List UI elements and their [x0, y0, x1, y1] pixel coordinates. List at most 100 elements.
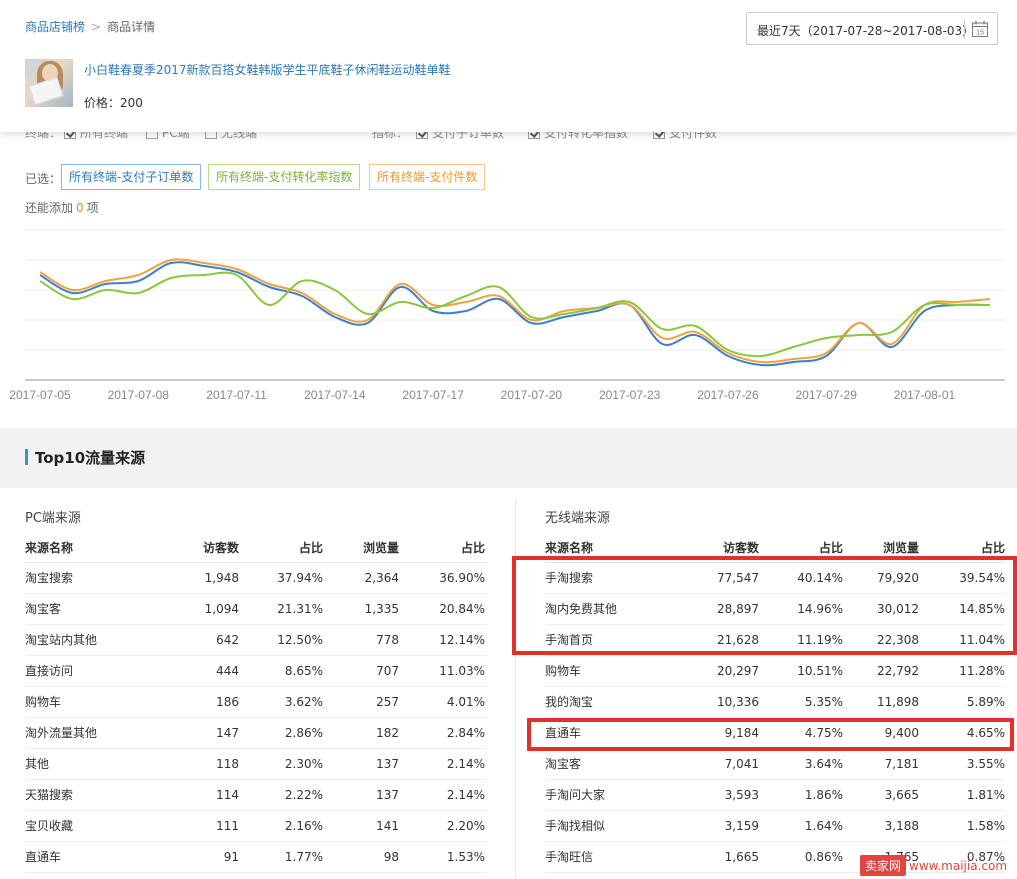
table-row: 购物车 20,297 10.51% 22,792 11.28% [545, 656, 1005, 687]
x-tick-label: 2017-07-14 [304, 388, 366, 402]
table-cell: 7,041 [724, 757, 759, 771]
selected-label: 已选： [25, 172, 62, 186]
table-cell: 4.01% [446, 695, 485, 709]
selected-tag-orders[interactable]: 所有终端-支付子订单数 [61, 164, 202, 190]
table-cell: 3,188 [884, 819, 919, 833]
table-cell: 257 [376, 695, 399, 709]
table-cell: 147 [216, 726, 239, 740]
source-name: 直通车 [25, 850, 62, 864]
breadcrumb-parent-link[interactable]: 商品店铺榜 [25, 20, 85, 34]
table-cell: 3.62% [284, 695, 323, 709]
table-cell: 3,593 [724, 788, 759, 802]
breadcrumb-current: 商品详情 [107, 20, 156, 34]
column-header: 占比 [460, 541, 485, 555]
mobile-table-title: 无线端来源 [545, 511, 611, 526]
table-cell: 11,898 [877, 695, 919, 709]
source-name: 直接访问 [25, 664, 74, 678]
x-tick-label: 2017-07-26 [697, 388, 759, 402]
table-cell: 20,297 [717, 664, 759, 678]
section-header: Top10流量来源 [0, 428, 1017, 488]
column-header: 来源名称 [25, 541, 74, 555]
breadcrumb-separator: > [91, 20, 102, 34]
table-row: 淘宝站内其他 642 12.50% 778 12.14% [25, 625, 487, 656]
table-row: 淘宝搜索 1,948 37.94% 2,364 36.90% [25, 563, 487, 594]
table-cell: 2.84% [446, 726, 485, 740]
table-cell: 642 [216, 633, 239, 647]
x-tick-label: 2017-07-23 [599, 388, 661, 402]
source-name: 淘外流量其他 [25, 726, 98, 740]
addable-count-text: 还能添加 0 项 [25, 201, 99, 215]
table-cell: 114 [216, 788, 239, 802]
table-cell: 3,159 [724, 819, 759, 833]
watermark-url: www.maijia.com [909, 859, 1008, 873]
table-cell: 21.31% [277, 602, 323, 616]
source-name: 购物车 [25, 695, 62, 709]
x-tick-label: 2017-07-17 [402, 388, 464, 402]
x-tick-label: 2017-07-11 [206, 388, 267, 402]
source-name: 淘宝客 [545, 757, 582, 771]
highlight-box-ztc [527, 718, 1014, 751]
x-tick-label: 2017-07-20 [501, 388, 563, 402]
table-cell: 7,181 [884, 757, 919, 771]
product-title-link[interactable]: 小白鞋春夏季2017新款百搭女鞋韩版学生平底鞋子休闲鞋运动鞋单鞋 [84, 61, 451, 78]
table-row: 手淘找相似 3,159 1.64% 3,188 1.58% [545, 811, 1005, 842]
table-row: 我的淘宝 10,336 5.35% 11,898 5.89% [545, 687, 1005, 718]
table-cell: 1.53% [446, 850, 485, 864]
table-cell: 3.64% [804, 757, 843, 771]
column-header: 浏览量 [362, 541, 399, 555]
table-cell: 1.86% [804, 788, 843, 802]
source-name: 宝贝收藏 [25, 819, 74, 833]
table-row: 直接访问 444 8.65% 707 11.03% [25, 656, 487, 687]
x-tick-label: 2017-07-05 [9, 388, 71, 402]
source-name: 手淘找相似 [545, 819, 606, 833]
table-cell: 2.22% [284, 788, 323, 802]
date-range-picker[interactable]: 最近7天（2017-07-28~2017-08-03） 15 [746, 12, 998, 45]
table-cell: 2,364 [364, 571, 399, 585]
table-cell: 2.14% [446, 757, 485, 771]
series-line-2 [39, 271, 990, 358]
table-cell: 137 [376, 788, 399, 802]
selected-tag-items[interactable]: 所有终端-支付件数 [369, 164, 486, 190]
table-cell: 141 [376, 819, 399, 833]
table-cell: 1,665 [724, 850, 759, 864]
column-header: 访客数 [202, 541, 239, 555]
section-title: Top10流量来源 [35, 449, 146, 467]
source-name: 购物车 [545, 664, 582, 678]
table-cell: 36.90% [439, 571, 485, 585]
table-cell: 10.51% [797, 664, 843, 678]
section-accent-bar [25, 449, 28, 465]
table-cell: 2.20% [446, 819, 485, 833]
column-header: 占比 [298, 541, 323, 555]
table-cell: 37.94% [277, 571, 323, 585]
table-row: 宝贝收藏 111 2.16% 141 2.20% [25, 811, 487, 842]
selected-tag-conversion[interactable]: 所有终端-支付转化率指数 [208, 164, 361, 190]
table-row: 淘宝客 1,094 21.31% 1,335 20.84% [25, 594, 487, 625]
calendar-day: 15 [976, 30, 984, 37]
product-header: 商品店铺榜 > 商品详情 最近7天（2017-07-28~2017-08-03） 1… [0, 0, 1017, 132]
calendar-icon[interactable]: 15 [971, 20, 989, 38]
table-cell: 2.16% [284, 819, 323, 833]
table-cell: 2.30% [284, 757, 323, 771]
table-cell: 1.58% [966, 819, 1005, 833]
trend-line-chart: 2017-07-05 2017-07-08 2017-07-11 2017-07-14… [9, 229, 1005, 402]
product-thumbnail[interactable] [25, 59, 73, 107]
table-cell: 1.81% [966, 788, 1005, 802]
source-name: 其他 [25, 757, 50, 771]
table-cell: 91 [223, 850, 239, 864]
table-cell: 11.28% [959, 664, 1005, 678]
table-cell: 5.35% [804, 695, 843, 709]
table-cell: 1.77% [284, 850, 323, 864]
pc-table-title: PC端来源 [25, 511, 81, 526]
highlight-box-top3 [512, 556, 1017, 655]
table-cell: 186 [216, 695, 239, 709]
table-cell: 3,665 [884, 788, 919, 802]
table-cell: 11.03% [439, 664, 485, 678]
table-cell: 12.50% [277, 633, 323, 647]
table-cell: 2.14% [446, 788, 485, 802]
source-name: 我的淘宝 [545, 695, 594, 709]
watermark: 卖家网 www.maijia.com [860, 855, 1007, 877]
date-range-label: 最近7天（2017-07-28~2017-08-03） [757, 24, 975, 38]
product-price: 价格：200 [84, 96, 143, 110]
source-name: 淘宝客 [25, 602, 62, 616]
table-row: 淘宝客 7,041 3.64% 7,181 3.55% [545, 749, 1005, 780]
